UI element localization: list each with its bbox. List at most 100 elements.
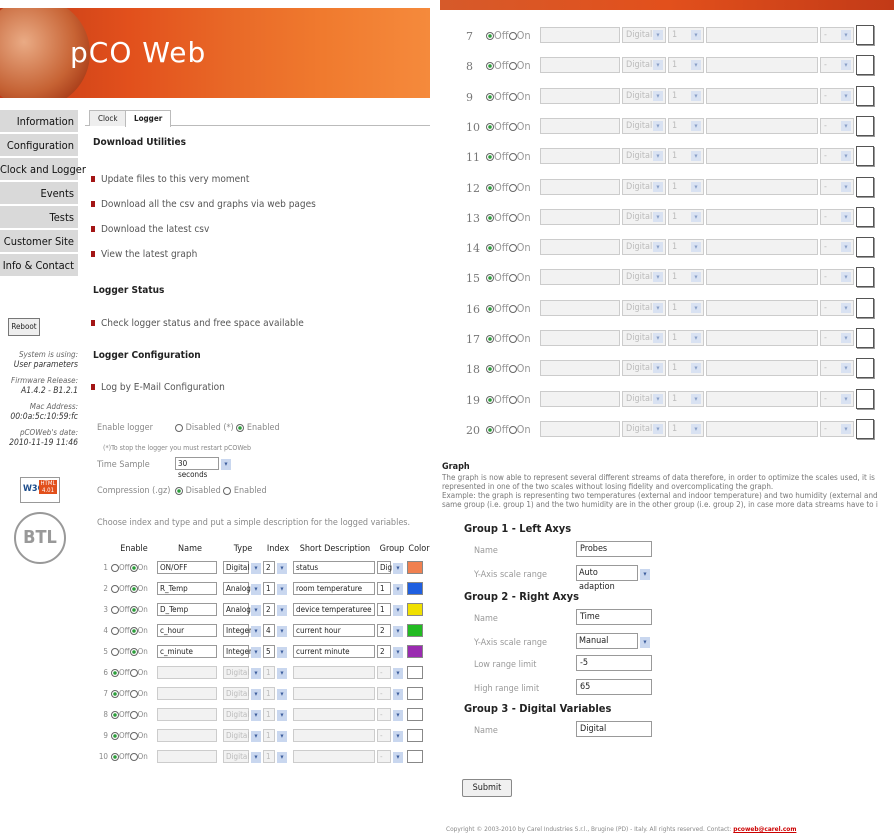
on-radio[interactable] [129,710,138,719]
type-select[interactable]: Integer [223,645,252,658]
index-select[interactable]: 4 [263,624,275,637]
color-swatch[interactable] [856,418,874,439]
description-input[interactable] [706,87,818,104]
description-input[interactable] [706,390,818,407]
group-select[interactable]: - ▾ [820,360,854,377]
description-input[interactable] [706,57,818,74]
description-input[interactable] [706,27,818,43]
description-input[interactable] [293,666,375,679]
off-radio[interactable] [486,122,494,131]
off-radio[interactable] [111,605,119,614]
name-input[interactable] [540,27,620,43]
description-input[interactable]: device temperaturee [293,603,375,616]
color-swatch[interactable] [856,206,874,227]
index-select[interactable]: 1 ▾ [668,420,704,437]
group-select[interactable]: Dig [377,561,392,574]
on-radio[interactable] [129,584,138,593]
description-input[interactable]: current minute [293,645,375,658]
compression-enabled-radio[interactable] [223,486,232,495]
index-select[interactable]: 1 ▾ [668,390,704,407]
index-select[interactable]: 2 [263,561,275,574]
on-radio[interactable] [508,244,517,253]
nav-customer-site[interactable]: Customer Site [0,230,78,254]
off-radio[interactable] [486,274,494,283]
off-radio[interactable] [486,425,494,434]
type-select[interactable]: Digital [223,666,249,679]
nav-configuration[interactable]: Configuration [0,134,78,158]
description-input[interactable] [706,420,818,437]
index-select[interactable]: 1 ▾ [668,208,704,225]
group-select[interactable]: - ▾ [820,57,854,74]
index-select[interactable]: 1 [263,687,275,700]
type-select[interactable]: Digital [223,708,249,721]
name-input[interactable] [540,148,620,165]
group-select[interactable]: - [377,687,391,700]
off-radio[interactable] [111,752,119,761]
type-select[interactable]: Digital [223,729,249,742]
color-swatch[interactable] [407,603,423,616]
type-select[interactable]: Analog [223,582,251,595]
off-radio[interactable] [486,62,494,71]
type-select[interactable]: Digital ▾ [622,360,666,377]
color-swatch[interactable] [407,645,423,658]
contact-email-link[interactable]: pcoweb@carel.com [733,825,796,833]
off-radio[interactable] [111,689,119,698]
description-input[interactable] [706,208,818,225]
type-select[interactable]: Digital [223,687,249,700]
nav-information[interactable]: Information [0,110,78,134]
name-input[interactable] [540,299,620,316]
on-radio[interactable] [508,274,517,283]
group-select[interactable]: - ▾ [820,178,854,195]
index-select[interactable]: 1 [263,708,275,721]
name-input[interactable]: c_hour [157,624,217,637]
group-select[interactable]: - ▾ [820,239,854,256]
group-select[interactable]: - ▾ [820,269,854,286]
group-select[interactable]: - [377,729,391,742]
off-radio[interactable] [111,731,119,740]
nav-info-contact[interactable]: Info & Contact [0,254,78,278]
color-swatch[interactable] [407,750,423,763]
group-select[interactable]: - [377,708,391,721]
on-radio[interactable] [129,626,138,635]
type-select[interactable]: Digital ▾ [622,390,666,407]
color-swatch[interactable] [856,55,874,76]
submit-button[interactable]: Submit [462,779,512,797]
index-select[interactable]: 1 ▾ [668,117,704,134]
color-swatch[interactable] [407,708,423,721]
color-swatch[interactable] [856,388,874,409]
name-input[interactable] [540,239,620,256]
link-check-logger-status[interactable]: Check logger status and free space avail… [91,318,304,329]
name-input[interactable] [157,687,217,700]
group2-high-input[interactable]: 65 [576,679,652,695]
color-swatch[interactable] [856,358,874,379]
color-swatch[interactable] [856,176,874,197]
name-input[interactable] [540,208,620,225]
color-swatch[interactable] [407,666,423,679]
name-input[interactable]: D_Temp [157,603,217,616]
description-input[interactable] [293,708,375,721]
index-select[interactable]: 1 ▾ [668,360,704,377]
description-input[interactable] [293,687,375,700]
off-radio[interactable] [486,395,494,404]
on-radio[interactable] [508,395,517,404]
w3c-html-badge[interactable]: W3C HTML 4.01 [20,477,60,503]
type-select[interactable]: Analog [223,603,251,616]
group-select[interactable]: - ▾ [820,208,854,225]
group2-name-input[interactable]: Time [576,609,652,625]
name-input[interactable] [540,178,620,195]
group-select[interactable]: - ▾ [820,148,854,165]
color-swatch[interactable] [856,115,874,136]
description-input[interactable] [706,269,818,286]
name-input[interactable] [540,330,620,346]
group-select[interactable]: - ▾ [820,420,854,437]
description-input[interactable]: current hour [293,624,375,637]
on-radio[interactable] [508,122,517,131]
group-select[interactable]: - ▾ [820,117,854,134]
color-swatch[interactable] [407,582,423,595]
index-select[interactable]: 2 [263,603,275,616]
name-input[interactable]: c_minute [157,645,217,658]
color-swatch[interactable] [407,729,423,742]
off-radio[interactable] [486,244,494,253]
on-radio[interactable] [129,689,138,698]
on-radio[interactable] [508,62,517,71]
